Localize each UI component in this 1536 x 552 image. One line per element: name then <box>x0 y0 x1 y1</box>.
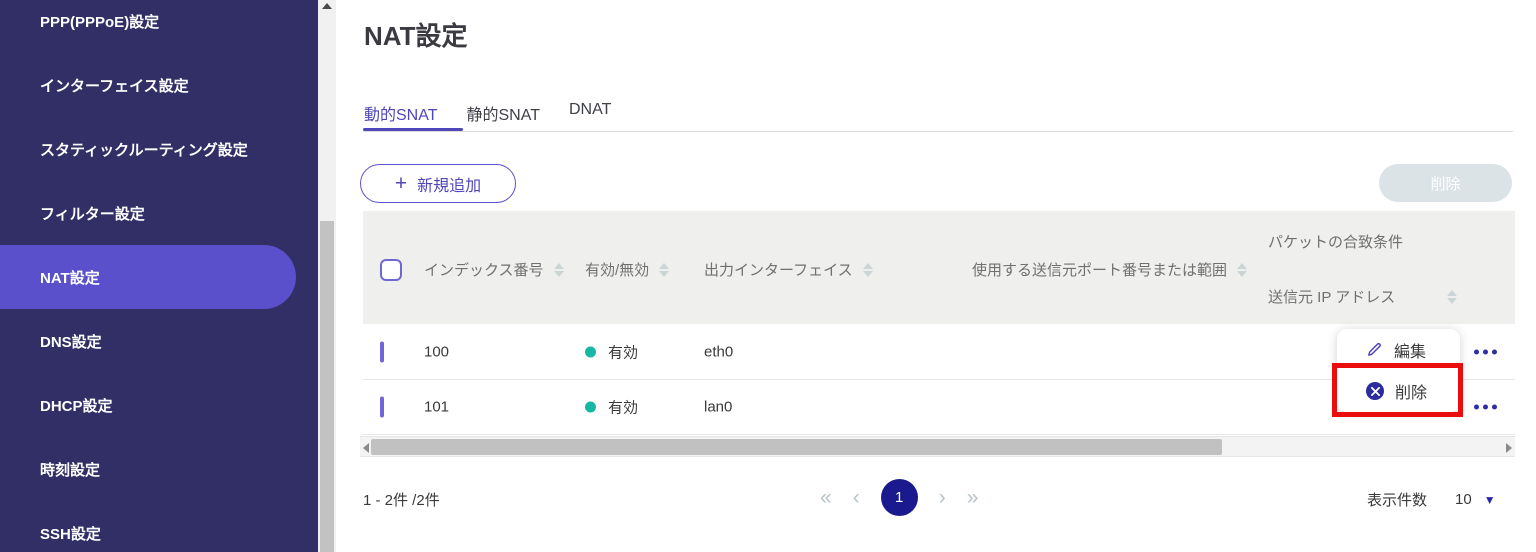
sidebar-scrollbar-thumb[interactable] <box>320 221 334 552</box>
delete-button-label: 削除 <box>1430 175 1461 193</box>
menu-item-edit[interactable]: 編集 <box>1337 329 1460 370</box>
sidebar-item-time[interactable]: 時刻設定 <box>0 437 318 501</box>
cell-interface: eth0 <box>704 343 734 360</box>
cell-status: 有効 <box>585 341 638 362</box>
row-more-actions-button[interactable] <box>1474 349 1497 354</box>
chevron-down-icon[interactable]: ▼ <box>1484 493 1496 507</box>
sort-icon[interactable] <box>1447 289 1458 304</box>
header-index: インデックス番号 <box>424 259 564 280</box>
row-checkbox-cell <box>380 396 384 418</box>
pagination-summary: 1 - 2件 /2件 <box>363 492 440 509</box>
page-size-label: 表示件数 <box>1367 492 1428 509</box>
tab-bar: 動的SNAT 静的SNAT DNAT <box>364 101 611 125</box>
header-packet-match-label: パケットの合致条件 <box>1268 234 1404 251</box>
header-packet-match-group: パケットの合致条件 <box>1268 231 1403 252</box>
status-label: 有効 <box>608 344 639 361</box>
row-divider <box>363 434 1515 435</box>
header-enabled-label: 有効/無効 <box>585 262 650 279</box>
tab-static-snat[interactable]: 静的SNAT <box>467 101 541 125</box>
tab-dnat[interactable]: DNAT <box>569 101 611 125</box>
scroll-left-arrow-icon[interactable] <box>363 443 369 453</box>
page-size-control: 表示件数 10 ▼ <box>1367 489 1496 510</box>
cell-status: 有効 <box>585 397 638 418</box>
prev-page-icon[interactable]: ‹ <box>853 487 860 508</box>
header-out-interface: 出力インターフェイス <box>704 259 873 280</box>
add-new-button-label: 新規追加 <box>417 177 482 195</box>
menu-item-delete-label: 削除 <box>1395 385 1428 402</box>
last-page-icon[interactable]: » <box>967 487 979 508</box>
scroll-right-arrow-icon[interactable] <box>1506 443 1512 453</box>
nat-settings-page: PPP(PPPoE)設定 インターフェイス設定 スタティックルーティング設定 フ… <box>0 0 1536 552</box>
header-enabled: 有効/無効 <box>585 259 670 280</box>
menu-item-delete[interactable]: 削除 <box>1337 370 1460 412</box>
sidebar-item-ppp-pppoe[interactable]: PPP(PPPoE)設定 <box>0 0 318 53</box>
cell-interface: lan0 <box>704 398 733 416</box>
header-src-port-label: 使用する送信元ポート番号または範囲 <box>972 262 1228 279</box>
tab-divider <box>363 131 1513 132</box>
sidebar-item-static-routing[interactable]: スタティックルーティング設定 <box>0 117 318 181</box>
row-checkbox-cell <box>380 341 384 362</box>
status-enabled-dot-icon <box>585 346 596 357</box>
horizontal-scrollbar-thumb[interactable] <box>371 439 1222 455</box>
cell-index: 100 <box>424 343 450 360</box>
sidebar-item-ssh[interactable]: SSH設定 <box>0 501 318 552</box>
sidebar-item-interface[interactable]: インターフェイス設定 <box>0 53 318 117</box>
status-label: 有効 <box>608 399 639 417</box>
sidebar-menu: PPP(PPPoE)設定 インターフェイス設定 スタティックルーティング設定 フ… <box>0 0 318 552</box>
page-title: NAT設定 <box>364 21 468 51</box>
current-page-button[interactable]: 1 <box>880 479 918 516</box>
next-page-icon[interactable]: › <box>939 487 946 508</box>
sidebar-item-nat[interactable]: NAT設定 <box>0 245 296 309</box>
add-new-button[interactable]: + 新規追加 <box>360 164 516 203</box>
header-src-ip-label: 送信元 IP アドレス <box>1268 289 1396 306</box>
sort-icon[interactable] <box>659 262 670 277</box>
first-page-icon[interactable]: « <box>820 487 832 508</box>
select-all-checkbox[interactable] <box>380 259 402 281</box>
row-more-actions-button[interactable] <box>1474 404 1497 410</box>
status-enabled-dot-icon <box>585 401 596 413</box>
sidebar-item-filter[interactable]: フィルター設定 <box>0 181 318 245</box>
sidebar: PPP(PPPoE)設定 インターフェイス設定 スタティックルーティング設定 フ… <box>0 0 318 552</box>
row-action-menu: 編集 削除 <box>1337 329 1460 412</box>
header-src-port: 使用する送信元ポート番号または範囲 <box>972 259 1248 280</box>
sort-icon[interactable] <box>862 262 873 277</box>
delete-button-disabled[interactable]: 削除 <box>1379 164 1512 202</box>
delete-circle-x-icon <box>1366 382 1384 400</box>
pager: « ‹ 1 › » <box>820 479 978 516</box>
header-index-label: インデックス番号 <box>424 262 544 279</box>
menu-item-edit-label: 編集 <box>1394 343 1427 361</box>
sidebar-scrollbar[interactable] <box>318 0 336 552</box>
horizontal-scrollbar[interactable] <box>360 436 1515 457</box>
plus-icon: + <box>394 172 408 195</box>
select-all-checkbox-cell <box>380 259 402 281</box>
table-header: インデックス番号 有効/無効 出力インターフェイス 使用する送信元ポート番号また… <box>363 211 1515 324</box>
tab-dynamic-snat[interactable]: 動的SNAT <box>364 101 438 125</box>
sidebar-item-dhcp[interactable]: DHCP設定 <box>0 373 318 437</box>
sort-icon[interactable] <box>553 262 564 277</box>
scroll-up-arrow-icon[interactable] <box>322 3 332 9</box>
pencil-icon <box>1368 342 1381 356</box>
header-src-ip: 送信元 IP アドレス <box>1268 286 1458 307</box>
sidebar-item-dns[interactable]: DNS設定 <box>0 309 318 373</box>
row-checkbox[interactable] <box>380 396 384 418</box>
cell-index: 101 <box>424 398 450 416</box>
page-size-value[interactable]: 10 <box>1455 491 1472 508</box>
header-out-interface-label: 出力インターフェイス <box>704 262 853 279</box>
sort-icon[interactable] <box>1237 262 1248 277</box>
row-checkbox[interactable] <box>380 341 384 362</box>
